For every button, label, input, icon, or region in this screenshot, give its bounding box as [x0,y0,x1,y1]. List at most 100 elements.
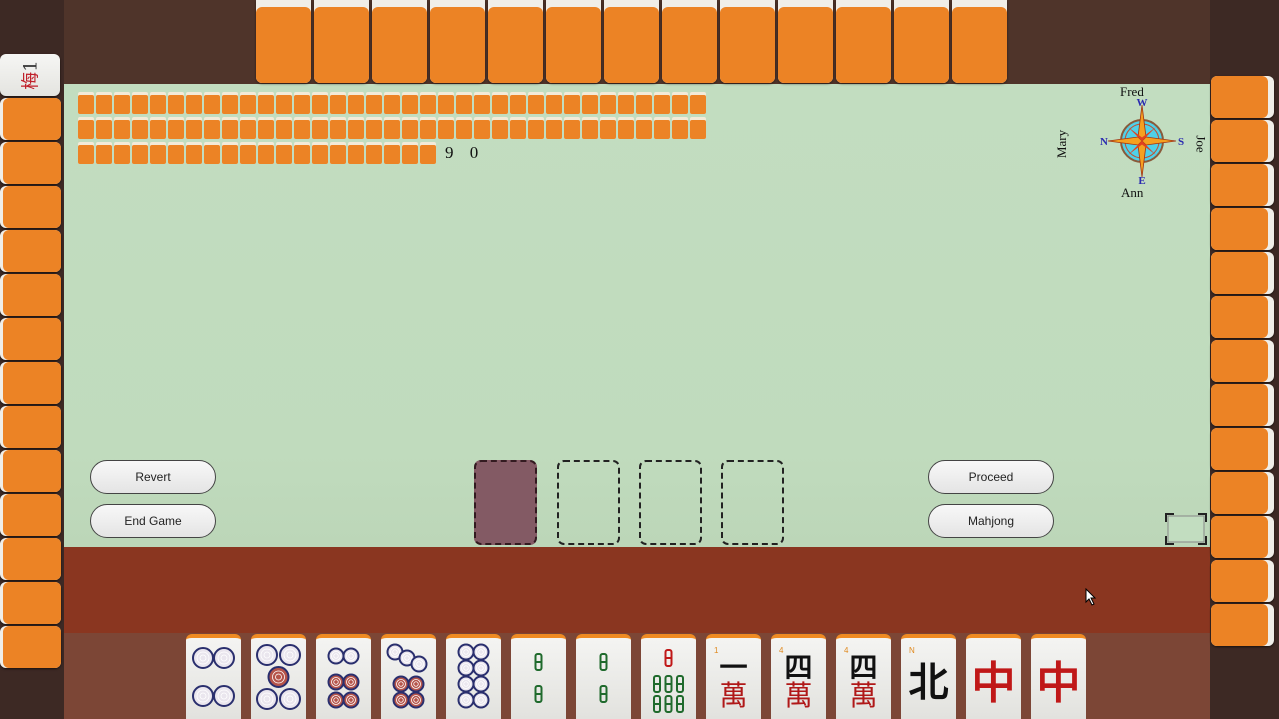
mouse-cursor-icon [1085,588,1097,606]
wall-tile [240,142,256,164]
wall-tile [312,117,328,139]
hand-tile-bamboo-7[interactable] [641,634,696,719]
bamboo-stick [676,675,684,693]
face-down-tile [372,0,427,83]
wall-tile [276,92,292,114]
hand-tile-dragon-red[interactable]: 中 [1031,634,1086,719]
wall-row [78,92,706,114]
character-icon: 一萬 [719,653,747,710]
wall-tile [474,92,490,114]
discard-slot-3[interactable] [639,460,702,545]
face-down-tile [604,0,659,83]
dot-mark [327,647,345,665]
wall-tile [672,92,688,114]
discard-slot-2[interactable] [557,460,620,545]
dot-mark [407,691,425,709]
face-down-tile [1211,428,1274,470]
fullscreen-icon[interactable] [1165,513,1207,545]
wall-tile [114,117,130,139]
tile-corner-label: 4 [844,646,849,655]
dots-icon [457,643,490,709]
wall-tile [96,142,112,164]
face-down-tile [1211,604,1274,646]
hand-tile-dots-7[interactable] [381,634,436,719]
wall-tile [294,92,310,114]
wall-tile [186,142,202,164]
wall-tile [528,92,544,114]
face-down-tile [0,142,61,184]
wall-tile [384,92,400,114]
face-down-tile [256,0,311,83]
face-down-tile [952,0,1007,83]
hand-tile-dots-4[interactable] [186,634,241,719]
revert-button[interactable]: Revert [90,460,216,494]
character-icon: 四萬 [784,650,813,710]
dot-mark [327,691,345,709]
red-dragon-icon: 中 [971,657,1016,709]
wall-tile [294,117,310,139]
tile-corner-label: 4 [779,646,784,655]
dot-mark [392,691,410,709]
hand-tile-characters-4[interactable]: 4四萬 [836,634,891,719]
face-down-tile [0,450,61,492]
wall-tile [78,92,94,114]
wall-tile [114,92,130,114]
dots-icon [327,647,360,709]
wall-remaining-count: 9 0 [445,143,485,162]
tile-wall: 9 0 [78,92,706,167]
wall-tile [348,142,364,164]
wall-tile [312,142,328,164]
dot-mark [472,659,490,677]
hand-tile-bamboo-2[interactable] [511,634,566,719]
hand-tile-dots-8[interactable] [446,634,501,719]
hand-tile-bamboo-2[interactable] [576,634,631,719]
face-down-tile [0,626,61,668]
dot-mark [472,691,490,709]
discard-slot-1[interactable] [474,460,537,545]
face-down-tile [1211,120,1274,162]
wall-tile [546,92,562,114]
hand-tile-wind-north[interactable]: N北 [901,634,956,719]
dot-mark [213,685,235,707]
compass-bottom: E [1138,175,1145,187]
dot-mark [192,647,214,669]
wall-tile [258,142,274,164]
character-numeral: 四 [784,650,813,684]
dot-mark [392,675,410,693]
wall-tile [132,117,148,139]
left-exposed-flower-tile: 梅1 [0,54,60,96]
face-down-tile [314,0,369,83]
wall-tile [420,92,436,114]
hand-tile-dots-5[interactable] [251,634,306,719]
bamboo-stick [664,675,673,693]
wall-tile [528,117,544,139]
right-opponent-hand [1211,76,1274,646]
hand-tile-dragon-red[interactable]: 中 [966,634,1021,719]
wall-tile [168,92,184,114]
dot-mark [213,647,235,669]
dot-mark [407,675,425,693]
discard-slot-4[interactable] [721,460,784,545]
wall-tile [78,142,94,164]
face-down-tile [488,0,543,83]
face-down-tile [0,406,61,448]
hand-tile-dots-6[interactable] [316,634,371,719]
plum-flower-icon: 梅1 [20,60,42,90]
dots-icon [386,643,428,709]
mahjong-button[interactable]: Mahjong [928,504,1054,538]
hand-tile-characters-4[interactable]: 4四萬 [771,634,826,719]
wall-tile [132,142,148,164]
hand-tile-characters-1[interactable]: 1一萬 [706,634,761,719]
wall-tile [150,92,166,114]
wall-tile [366,142,382,164]
face-down-tile [894,0,949,83]
end-game-button[interactable]: End Game [90,504,216,538]
wall-tile [672,117,688,139]
face-down-tile [0,494,61,536]
wall-row [78,117,706,139]
proceed-button[interactable]: Proceed [928,460,1054,494]
wall-tile [258,117,274,139]
wall-tile [384,142,400,164]
face-down-tile [0,538,61,580]
character-numeral: 四 [849,650,878,684]
